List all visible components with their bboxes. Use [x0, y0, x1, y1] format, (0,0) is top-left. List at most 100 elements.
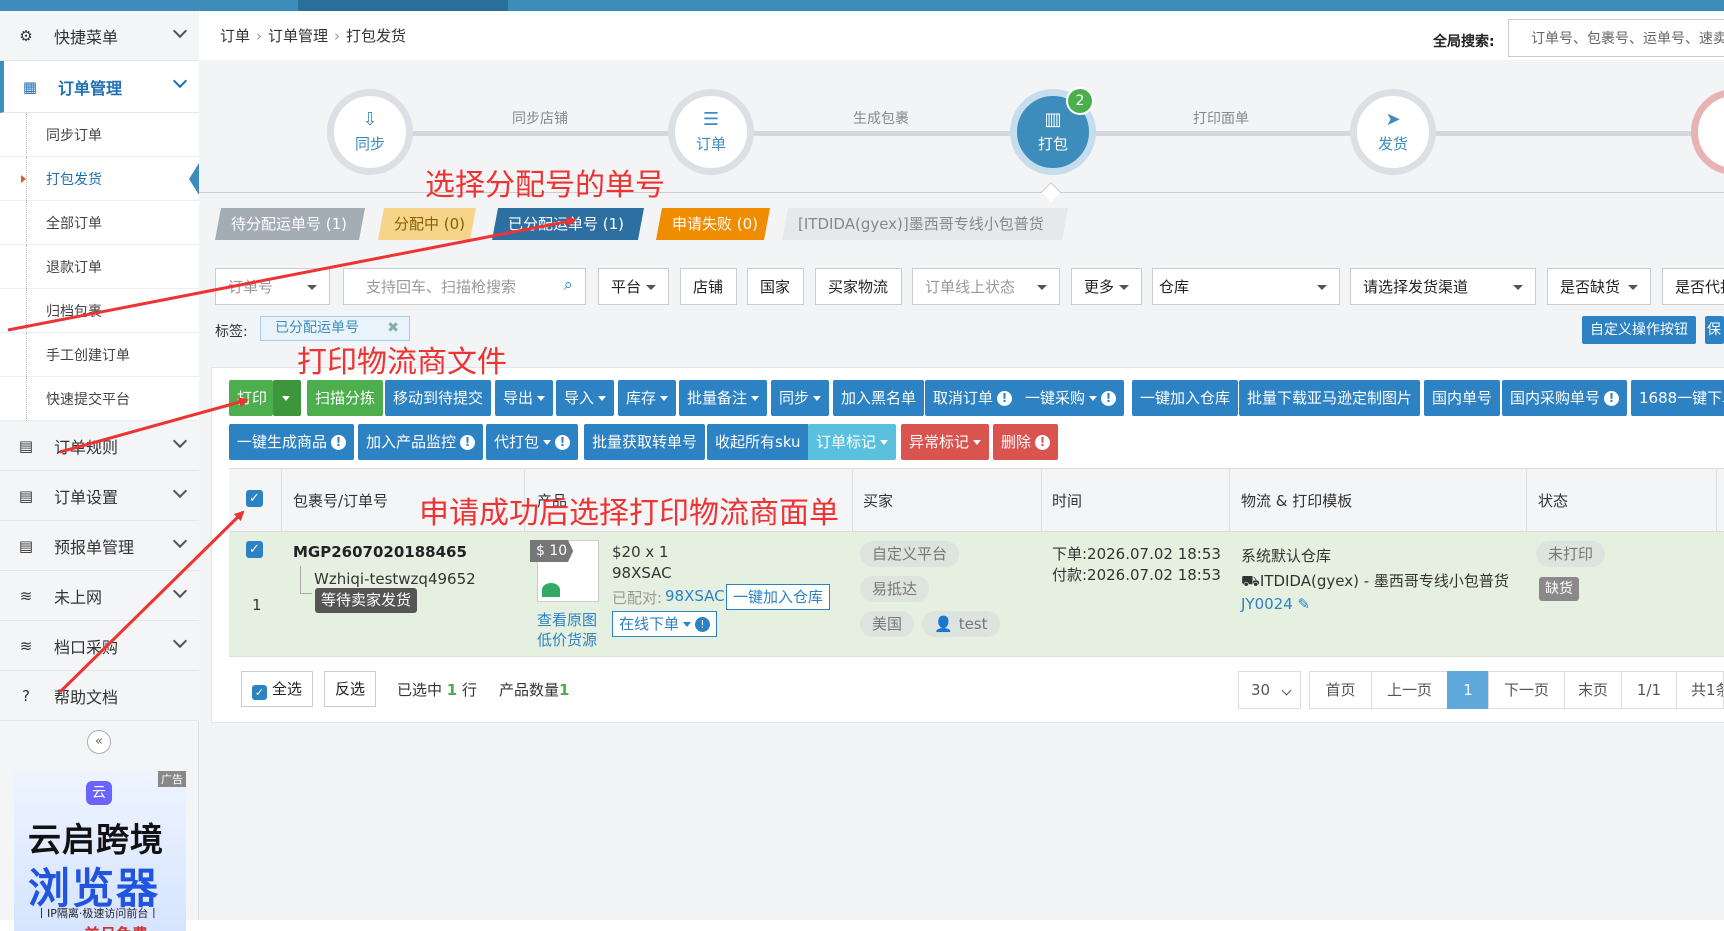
batch-transfer-number-button[interactable]: 批量获取转单号: [584, 424, 706, 460]
save-button[interactable]: 保: [1705, 316, 1724, 344]
add-warehouse-button[interactable]: 一键加入仓库: [726, 584, 831, 610]
collapse-sku-button[interactable]: 收起所有sku: [707, 424, 809, 460]
menu-not-online[interactable]: ≋ 未上网: [0, 571, 199, 621]
matched-sku-link[interactable]: 98XSAC: [665, 587, 725, 605]
button-label: 代打包: [494, 433, 540, 451]
proxy-pack-dropdown[interactable]: 代打包!: [486, 424, 579, 460]
print-button[interactable]: 打印: [229, 380, 273, 416]
tracking-number-link[interactable]: JY0024 ✎: [1241, 595, 1310, 613]
order-field-select[interactable]: 订单号: [215, 268, 330, 305]
sidebar-item-pack-ship[interactable]: 打包发货: [0, 157, 199, 201]
print-dropdown-toggle[interactable]: [273, 380, 301, 416]
menu-order-rules[interactable]: ▤ 订单规则: [0, 421, 199, 471]
sidebar-item-all-orders[interactable]: 全部订单: [0, 201, 199, 245]
selected-count: 1: [446, 681, 458, 699]
step-link-print-label[interactable]: 打印面单: [1193, 108, 1249, 128]
online-order-dropdown[interactable]: 在线下单!: [612, 611, 718, 637]
breadcrumb-item[interactable]: 订单: [220, 27, 250, 45]
domestic-purchase-number-button[interactable]: 国内采购单号!: [1502, 380, 1628, 416]
batch-note-dropdown[interactable]: 批量备注: [679, 380, 768, 416]
sidebar-item-sync-orders[interactable]: 同步订单: [0, 113, 199, 157]
platform-dropdown[interactable]: 平台: [598, 268, 669, 305]
caret-down-icon: [751, 396, 760, 401]
delete-button[interactable]: 删除!: [993, 424, 1059, 460]
tab-pending-assign[interactable]: 待分配运单号 (1): [215, 208, 365, 240]
row-checkbox[interactable]: ✓: [246, 541, 263, 558]
button-label: 国家: [760, 278, 791, 296]
first-page-button[interactable]: 首页: [1309, 671, 1372, 709]
sidebar-item-manual-create[interactable]: 手工创建订单: [0, 333, 199, 377]
add-to-warehouse-button[interactable]: 一键加入仓库: [1132, 380, 1239, 416]
country-button[interactable]: 国家: [747, 268, 804, 305]
tab-failed[interactable]: 申请失败 (0): [656, 208, 770, 240]
one-click-purchase-dropdown[interactable]: 一键采购!: [1017, 380, 1125, 416]
tab-channel[interactable]: [ITDIDA(gyex)]墨西哥专线小包普货 (1): [782, 208, 1068, 240]
prev-page-button[interactable]: 上一页: [1371, 671, 1448, 709]
global-search-input[interactable]: [1508, 19, 1724, 57]
step-link-generate-package[interactable]: 生成包裹: [853, 108, 909, 128]
settings-icon: ▤: [18, 486, 34, 505]
order-mark-dropdown[interactable]: 订单标记: [808, 424, 897, 460]
scan-sort-button[interactable]: 扫描分拣: [307, 380, 384, 416]
menu-stall-purchase[interactable]: ≋ 档口采购: [0, 621, 199, 671]
step-link-sync-shop[interactable]: 同步店铺: [512, 108, 568, 128]
order-number[interactable]: Wzhiqi-testwzq49652: [314, 570, 476, 588]
download-amazon-images-button[interactable]: 批量下载亚马逊定制图片: [1239, 380, 1421, 416]
select-all-checkbox[interactable]: ✓: [246, 490, 263, 507]
next-page-button[interactable]: 下一页: [1488, 671, 1565, 709]
exception-mark-dropdown[interactable]: 异常标记: [901, 424, 990, 460]
collapse-sidebar-icon[interactable]: «: [87, 730, 111, 754]
domestic-number-button[interactable]: 国内单号: [1424, 380, 1501, 416]
page-1-button[interactable]: 1: [1447, 671, 1489, 709]
sidebar-item-refund-orders[interactable]: 退款订单: [0, 245, 199, 289]
channel-select[interactable]: 请选择发货渠道: [1350, 268, 1536, 305]
move-to-submit-button[interactable]: 移动到待提交: [385, 380, 492, 416]
step-ship[interactable]: ➤ 发货: [1350, 89, 1436, 175]
last-page-button[interactable]: 末页: [1564, 671, 1622, 709]
select-all-button[interactable]: ✓ 全选: [241, 671, 314, 707]
list-icon: ☰: [702, 109, 720, 130]
button-label: 在线下单: [619, 615, 680, 633]
menu-quick[interactable]: ⚙ 快捷菜单: [0, 11, 199, 61]
cancel-order-button[interactable]: 取消订单!: [925, 380, 1021, 416]
tab-assigned[interactable]: 已分配运单号 (1): [492, 208, 644, 240]
menu-order-settings[interactable]: ▤ 订单设置: [0, 471, 199, 521]
proxy-dropdown[interactable]: 是否代打: [1662, 268, 1724, 305]
inventory-dropdown[interactable]: 库存: [618, 380, 677, 416]
import-dropdown[interactable]: 导入: [556, 380, 615, 416]
step-orders[interactable]: ☰ 订单: [668, 89, 754, 175]
view-image-link[interactable]: 查看原图: [537, 609, 597, 630]
step-sync[interactable]: ⇩ 同步: [327, 89, 413, 175]
sidebar-item-quick-submit[interactable]: 快速提交平台: [0, 377, 199, 421]
warehouse-select[interactable]: 仓库: [1152, 268, 1340, 305]
export-dropdown[interactable]: 导出: [495, 380, 554, 416]
pay-time: 付款:2026.07.02 18:53: [1052, 566, 1221, 584]
page-size-select[interactable]: 30: [1238, 671, 1301, 709]
menu-order-management[interactable]: ▦ 订单管理: [0, 61, 199, 113]
breadcrumb-item[interactable]: 订单管理: [268, 27, 328, 45]
tab-assigning[interactable]: 分配中 (0): [378, 208, 476, 240]
blacklist-button[interactable]: 加入黑名单: [833, 380, 925, 416]
low-price-link[interactable]: 低价货源: [537, 629, 597, 650]
sidebar-item-archived[interactable]: 归档包裹: [0, 289, 199, 333]
out-of-stock-dropdown[interactable]: 是否缺货: [1547, 268, 1651, 305]
package-number[interactable]: MGP2607020188465: [293, 543, 467, 561]
search-input[interactable]: 支持回车、扫描枪搜索 ⌕: [343, 268, 586, 305]
menu-help[interactable]: ? 帮助文档: [0, 671, 199, 721]
1688-order-button[interactable]: 1688一键下单: [1631, 380, 1724, 416]
online-status-select[interactable]: 订单线上状态: [912, 268, 1060, 305]
ad-banner[interactable]: 广告 云 云启跨境 浏览器 丨IP隔离·极速访问前台丨 美月免费: [14, 771, 186, 931]
buyer-logistics-button[interactable]: 买家物流: [815, 268, 902, 305]
add-monitor-button[interactable]: 加入产品监控!: [358, 424, 484, 460]
edit-icon[interactable]: ✎: [1298, 595, 1311, 613]
custom-action-button[interactable]: 自定义操作按钮: [1582, 316, 1696, 344]
generate-product-button[interactable]: 一键生成商品!: [229, 424, 355, 460]
invert-selection-button[interactable]: 反选: [324, 671, 377, 707]
menu-label: 未上网: [54, 587, 103, 607]
sync-dropdown[interactable]: 同步: [771, 380, 830, 416]
menu-forecast[interactable]: ▤ 预报单管理: [0, 521, 199, 571]
search-icon[interactable]: ⌕: [563, 275, 573, 295]
more-dropdown[interactable]: 更多: [1071, 268, 1142, 305]
sku: 98XSAC: [612, 564, 672, 582]
shop-button[interactable]: 店铺: [680, 268, 737, 305]
